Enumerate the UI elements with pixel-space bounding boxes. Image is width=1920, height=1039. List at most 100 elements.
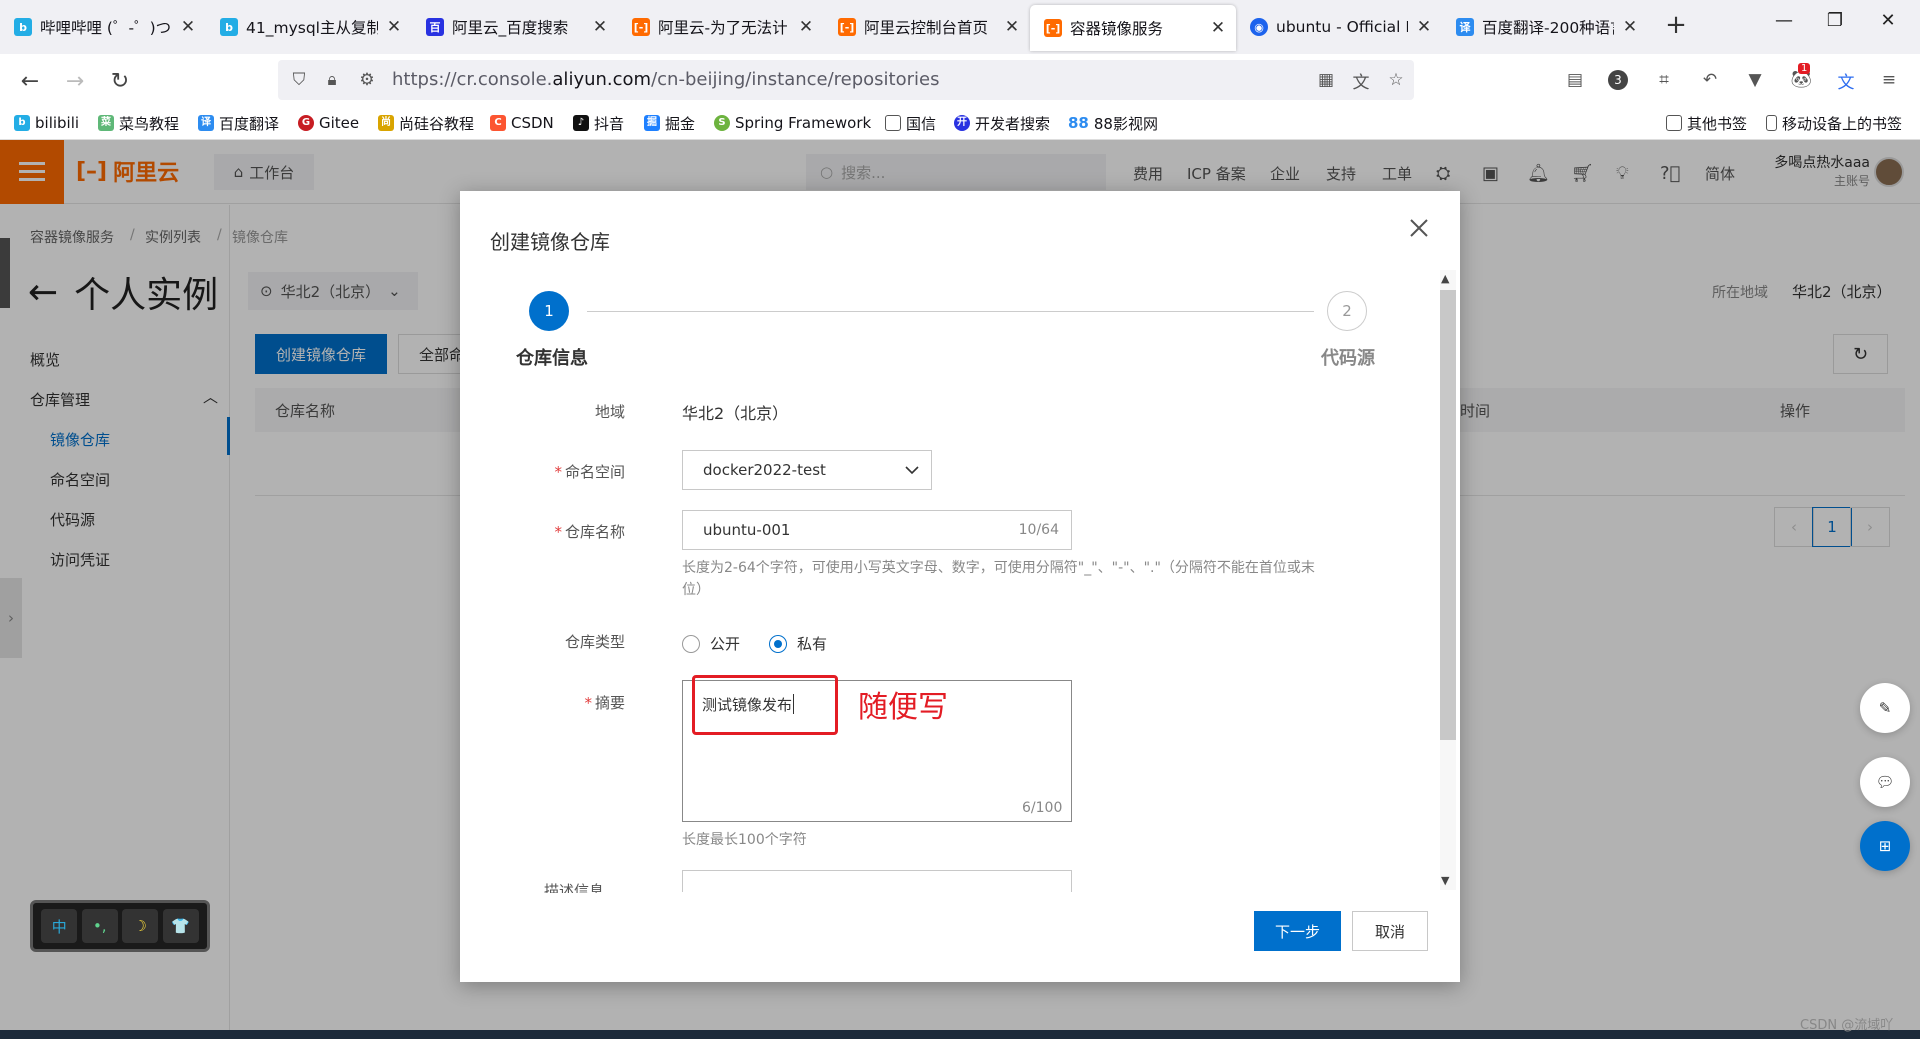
scroll-down-icon[interactable]: ▼	[1441, 874, 1449, 887]
mobile-bookmarks-folder[interactable]: 移动设备上的书签	[1766, 111, 1902, 135]
folder-icon	[1666, 115, 1682, 131]
chat-icon[interactable]: 💬︎	[1860, 757, 1910, 807]
bookmark-label: 88影视网	[1093, 114, 1158, 133]
bookmark-item[interactable]: b bilibili	[14, 111, 79, 135]
bookmark-item[interactable]: 菜菜鸟教程	[98, 111, 179, 135]
repo-name-hint: 长度为2-64个字符，可使用小写英文字母、数字，可使用分隔符"_"、"-"、".…	[682, 560, 1315, 598]
menu-icon[interactable]: ≡	[1878, 69, 1900, 91]
minimize-button[interactable]: —	[1764, 10, 1804, 31]
tab-close-icon[interactable]: ✕	[1210, 18, 1226, 38]
bookmark-label: 百度翻译	[219, 114, 280, 133]
reload-icon[interactable]: ↻	[106, 67, 134, 95]
reader-view-icon[interactable]: ▤	[1564, 69, 1586, 91]
browser-tab-strip: b 哔哩哔哩 (゜-゜)つロ ✕ b 41_mysql主从复制c ✕ 百阿里云_百度搜索…	[0, 0, 1920, 54]
ime-moon-key[interactable]: ☽	[122, 909, 159, 943]
url-text[interactable]: https://cr.console.aliyun.com/cn-beijing…	[392, 69, 939, 90]
translator-extension-icon[interactable]: 文	[1835, 69, 1857, 93]
bilibili-icon: b	[220, 18, 238, 36]
namespace-select[interactable]: docker2022-test	[682, 450, 932, 490]
qr-code-icon[interactable]: ▦	[1315, 69, 1337, 91]
permissions-icon[interactable]: ⚙	[356, 69, 378, 91]
repo-type-public-option[interactable]: 公开	[682, 633, 740, 654]
bookmark-item[interactable]: ♪ 抖音	[573, 111, 624, 135]
folder-icon	[885, 115, 901, 131]
close-window-button[interactable]: ✕	[1868, 10, 1908, 31]
browser-tab-active[interactable]: [-] 容器镜像服务 ✕	[1030, 5, 1236, 51]
next-step-button[interactable]: 下一步	[1254, 911, 1341, 951]
extension-badge-icon[interactable]: 3	[1608, 70, 1628, 90]
browser-tab[interactable]: b 41_mysql主从复制c ✕	[206, 0, 412, 54]
restore-button[interactable]: ❐	[1815, 10, 1855, 31]
other-bookmarks-folder[interactable]: 其他书签	[1666, 111, 1747, 135]
tab-close-icon[interactable]: ✕	[798, 17, 814, 37]
dialog-title: 创建镜像仓库	[490, 230, 610, 254]
tab-close-icon[interactable]: ✕	[1004, 17, 1020, 37]
vpn-icon[interactable]: ▼	[1744, 69, 1766, 91]
bilibili-icon: b	[14, 18, 32, 36]
bookmark-item[interactable]: G Gitee	[298, 111, 359, 135]
close-icon[interactable]	[1403, 212, 1435, 244]
summary-field-label: * 摘要	[505, 692, 625, 713]
undo-icon[interactable]: ↶	[1699, 69, 1721, 91]
repo-type-private-option[interactable]: 私有	[769, 633, 827, 654]
forward-icon[interactable]: →	[61, 67, 89, 95]
description-textarea[interactable]	[682, 870, 1072, 892]
bookmark-item[interactable]: 开开发者搜索	[954, 111, 1050, 135]
label-text: 摘要	[594, 694, 625, 712]
screenshot-icon[interactable]: ⌗	[1653, 69, 1675, 91]
dialog-scrollbar-thumb[interactable]	[1440, 290, 1456, 740]
shield-icon[interactable]: ⛉	[288, 69, 310, 91]
browser-tab[interactable]: [-] 阿里云-为了无法计 ✕	[618, 0, 824, 54]
edit-icon[interactable]: ✎	[1860, 683, 1910, 733]
new-tab-button[interactable]: +	[1658, 10, 1694, 40]
back-icon[interactable]: ←	[16, 67, 44, 95]
cancel-button[interactable]: 取消	[1352, 911, 1428, 951]
browser-tab[interactable]: b 哔哩哔哩 (゜-゜)つロ ✕	[0, 0, 206, 54]
os-taskbar	[0, 1030, 1920, 1039]
bookmark-item[interactable]: 掘掘金	[644, 111, 695, 135]
browser-tab[interactable]: [-] 阿里云控制台首页 ✕	[824, 0, 1030, 54]
tab-close-icon[interactable]: ✕	[1416, 17, 1432, 37]
radio-label: 公开	[710, 635, 741, 653]
repo-name-input[interactable]: ubuntu-001 10/64	[682, 510, 1072, 550]
baidu-icon: 百	[426, 18, 444, 36]
tab-close-icon[interactable]: ✕	[592, 17, 608, 37]
baidu-translate-icon: 译	[198, 115, 214, 131]
lock-icon[interactable]: 🔒︎	[321, 69, 343, 91]
url-prefix: https://cr.console.	[392, 69, 553, 90]
scroll-up-icon[interactable]: ▲	[1441, 272, 1449, 285]
bookmark-label: bilibili	[35, 114, 80, 132]
browser-tab[interactable]: 译百度翻译-200种语言 ✕	[1442, 0, 1648, 54]
ime-punct-key[interactable]: •,	[81, 909, 118, 943]
bookmark-star-icon[interactable]: ☆	[1385, 69, 1407, 91]
aliyun-icon: [-]	[838, 18, 856, 36]
bookmark-label: Gitee	[319, 114, 360, 132]
bookmark-item[interactable]: 尚尚硅谷教程	[378, 111, 474, 135]
bookmark-folder[interactable]: 国信	[885, 111, 936, 135]
browser-tab[interactable]: 百阿里云_百度搜索 ✕	[412, 0, 618, 54]
tab-close-icon[interactable]: ✕	[386, 17, 402, 37]
bookmark-item[interactable]: 88 88影视网	[1068, 111, 1158, 135]
ime-lang-key[interactable]: 中	[41, 909, 78, 943]
bookmark-item[interactable]: S Spring Framework	[714, 111, 871, 135]
atguigu-icon: 尚	[378, 115, 394, 131]
tab-title: 哔哩哔哩 (゜-゜)つロ	[40, 19, 172, 37]
bookmark-item[interactable]: C CSDN	[490, 111, 554, 135]
bookmark-item[interactable]: 译百度翻译	[198, 111, 279, 135]
region-field-label: 地域	[505, 401, 625, 422]
required-mark: *	[554, 463, 562, 481]
bookmark-label: 移动设备上的书签	[1782, 114, 1903, 133]
juejin-icon: 掘	[644, 115, 660, 131]
bookmark-label: CSDN	[511, 114, 554, 132]
tab-title: 容器镜像服务	[1070, 20, 1164, 38]
translate-icon[interactable]: 文	[1350, 69, 1372, 93]
docker-icon: ◉	[1250, 18, 1268, 36]
browser-tab[interactable]: ◉ ubuntu - Official In ✕	[1236, 0, 1442, 54]
ime-toolbar[interactable]: 中 •, ☽ 👕	[30, 900, 210, 952]
radio-checked[interactable]	[769, 634, 787, 653]
tab-close-icon[interactable]: ✕	[180, 17, 196, 37]
apps-grid-icon[interactable]: ⊞	[1860, 821, 1910, 871]
radio-unchecked[interactable]	[682, 634, 700, 653]
tab-close-icon[interactable]: ✕	[1622, 17, 1638, 37]
ime-skin-key[interactable]: 👕	[162, 909, 199, 943]
